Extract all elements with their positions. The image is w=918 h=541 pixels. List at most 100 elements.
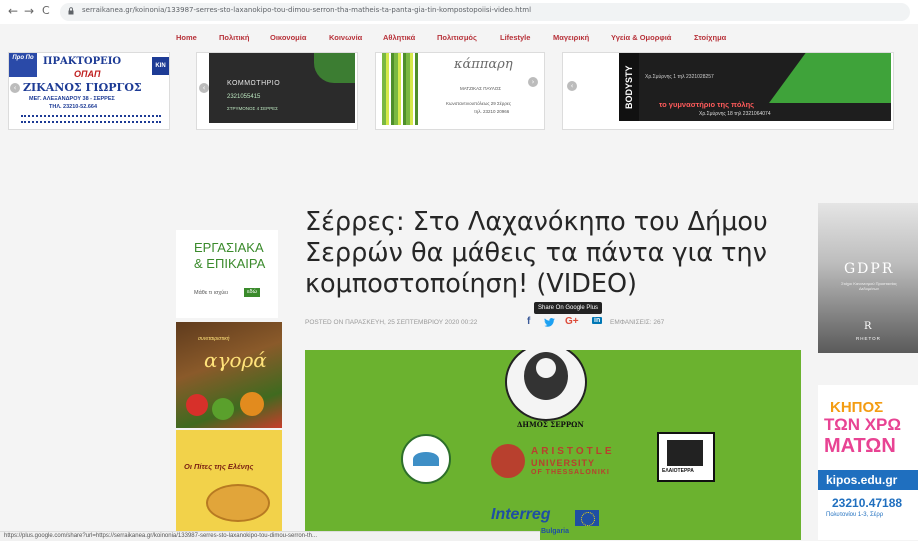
menu-item-society[interactable]: Κοινωνία — [329, 33, 362, 42]
kipos-line-3: ΜΑΤΩΝ — [824, 435, 896, 457]
produce-icon — [240, 392, 264, 416]
lock-icon — [68, 7, 74, 15]
ergasiaka-label-1: ΕΡΓΑΣΙΑΚΑ — [194, 240, 264, 255]
ad-kappari-phone: τηλ. 23210 20966 — [474, 109, 510, 114]
market-tag: συνεταιριστική — [198, 336, 230, 342]
ad-gym-slogan: το γυμναστήριο της πόλης — [659, 100, 755, 109]
url-text: serraikanea.gr/koinonia/133987-serres-st… — [82, 6, 532, 14]
ergasiaka-label-2: & ΕΠΙΚΑΙΡΑ — [194, 256, 266, 271]
linkedin-share-icon[interactable]: in — [592, 317, 603, 324]
interreg-sub: Bulgaria — [541, 528, 570, 535]
forward-button[interactable]: → — [24, 4, 34, 18]
menu-item-economy[interactable]: Οικονομία — [270, 33, 306, 42]
interreg-label: Interreg — [491, 506, 551, 523]
ad-kipos[interactable]: ΚΗΠΟΣ ΤΩΝ ΧΡΩ ΜΑΤΩΝ kipos.edu.gr 23210.4… — [818, 385, 918, 540]
menu-item-lifestyle[interactable]: Lifestyle — [500, 33, 530, 42]
back-button[interactable]: ← — [8, 4, 18, 18]
address-bar[interactable]: serraikanea.gr/koinonia/133987-serres-st… — [60, 3, 910, 21]
produce-icon — [186, 394, 208, 416]
carousel-prev-icon[interactable]: ‹ — [199, 83, 209, 93]
ad-opap-address: ΜΕΓ. ΑΛΕΞΑΝΔΡΟΥ 38 - ΣΕΡΡΕΣ — [29, 96, 115, 102]
carousel-next-icon[interactable]: › — [528, 77, 538, 87]
ad-opap-line1: ΠΡΑΚΤΟΡΕΙΟ — [43, 56, 122, 67]
water-icon — [413, 452, 439, 466]
pies-title: Οι Πίτες της Ελένης — [184, 462, 254, 471]
menu-item-sports[interactable]: Αθλητικά — [383, 33, 415, 42]
ad-opap-line2: ΟΠΑΠ — [74, 69, 101, 79]
pie-icon — [206, 484, 270, 522]
menu-item-cooking[interactable]: Μαγειρική — [553, 33, 589, 42]
gdpr-title: GDPR — [844, 261, 895, 277]
article-views: ΕΜΦΑΝΙΣΕΙΣ: 267 — [610, 319, 665, 326]
dimos-serron-logo — [505, 350, 587, 421]
eu-stars — [581, 512, 595, 526]
publisher-logo-icon: R — [864, 321, 872, 332]
menu-item-culture[interactable]: Πολιτισμός — [437, 33, 477, 42]
auth-line-2: UNIVERSITY — [531, 458, 596, 468]
ad-opap-border — [21, 115, 161, 123]
kipos-phone: 23210.47188 — [832, 496, 903, 510]
ad-kappari-address: Κωνσταντινουπόλεως 29 Σέρρες — [446, 101, 512, 106]
ad-hair-salon-address: ΣΤΡΥΜΟΝΟΣ 4 ΣΕΡΡΕΣ — [227, 106, 278, 111]
ad-pies[interactable]: Οι Πίτες της Ελένης — [176, 430, 282, 531]
ad-hair-salon-title: ΚΟΜΜΩΤΗΡΙΟ — [227, 80, 281, 87]
ad-hair-salon-phone: 2321055415 — [227, 94, 261, 100]
ad-kappari-brand: κάππαρη — [454, 57, 513, 72]
ergasiaka-click-button[interactable]: εδώ — [244, 288, 260, 297]
ad-kappari[interactable]: κάππαρη ΜΑΤΖΙΚΑΣ ΠΑΥΛΟΣ Κωνσταντινουπόλε… — [375, 52, 545, 130]
ad-hair-salon-bg: ΚΟΜΜΩΤΗΡΙΟ 2321055415 ΣΤΡΥΜΟΝΟΣ 4 ΣΕΡΡΕΣ — [209, 53, 355, 123]
kipos-site-band: kipos.edu.gr — [818, 470, 918, 490]
ad-hair-salon[interactable]: ‹ ΚΟΜΜΩΤΗΡΙΟ 2321055415 ΣΤΡΥΜΟΝΟΣ 4 ΣΕΡΡ… — [196, 52, 358, 130]
auth-seal-icon — [491, 444, 525, 478]
leaf-decoration — [314, 53, 355, 83]
dimos-serron-label: ΔΗΜΟΣ ΣΕΡΡΩΝ — [517, 420, 584, 429]
ad-opap-name: ΖΙΚΑΝΟΣ ΓΙΩΡΓΟΣ — [23, 81, 142, 94]
browser-toolbar: ← → C serraikanea.gr/koinonia/133987-ser… — [0, 0, 918, 25]
ad-kappari-stripes — [382, 53, 418, 125]
carousel-prev-icon[interactable]: ‹ — [567, 81, 577, 91]
gdpr-subtitle: Στόχοι Κανονισμού Προστασίας Δεδομένων — [841, 281, 897, 291]
kipos-line-2: ΤΩΝ ΧΡΩ — [824, 415, 902, 434]
publisher-name: RHETOR — [856, 336, 881, 341]
partner-right-label: ΕΛΑΙΟΤΕΡΡΑ — [662, 468, 694, 474]
main-menu: Home Πολιτική Οικονομία Κοινωνία Αθλητικ… — [0, 24, 918, 52]
menu-item-health-beauty[interactable]: Υγεία & Ομορφιά — [611, 33, 671, 42]
reload-button[interactable]: C — [42, 4, 50, 17]
menu-item-politics[interactable]: Πολιτική — [219, 33, 249, 42]
auth-line-1: ARISTOTLE — [531, 446, 615, 457]
ad-opap-side: KIN — [152, 57, 169, 75]
menu-item-home[interactable]: Home — [176, 33, 197, 42]
ad-opap-phone: ΤΗΛ. 23210-52.664 — [49, 104, 98, 110]
kipos-address: Πολυτονίου 1-3, Σέρρ — [826, 512, 884, 518]
ad-ergasiaka[interactable]: ΕΡΓΑΣΙΑΚΑ & ΕΠΙΚΑΙΡΑ Μάθε τι ισχύει εδώ — [176, 230, 278, 318]
ad-gym[interactable]: ‹ BODYSTY Χρ.Σμύρνης 1 τηλ 2321028257 το… — [562, 52, 894, 130]
ad-gym-vertical: BODYSTY — [619, 53, 639, 121]
gplus-share-icon[interactable]: G+ — [565, 316, 579, 327]
video-player[interactable]: ΔΗΜΟΣ ΣΕΡΡΩΝ ARISTOTLE UNIVERSITY OF THE… — [305, 350, 801, 540]
partner-logo-right: ΕΛΑΙΟΤΕΡΡΑ — [657, 432, 715, 482]
facebook-share-icon[interactable]: f — [527, 316, 530, 327]
partner-logo-left — [401, 434, 451, 484]
building-icon — [667, 440, 703, 466]
article-meta: POSTED ON ΠΑΡΑΣΚΕΥΗ, 25 ΣΕΠΤΕΜΒΡΙΟΥ 2020… — [305, 319, 478, 326]
ad-gym-bg: BODYSTY Χρ.Σμύρνης 1 τηλ 2321028257 το γ… — [619, 53, 891, 121]
ad-gym-green-shape — [769, 53, 891, 103]
produce-icon — [212, 398, 234, 420]
eu-flag-icon — [575, 510, 599, 526]
twitter-share-icon[interactable] — [544, 318, 555, 327]
article-title: Σέρρες: Στο Λαχανόκηπο του Δήμου Σερρών … — [305, 207, 768, 299]
ad-market[interactable]: συνεταιριστική αγορά — [176, 322, 282, 428]
carousel-prev-icon[interactable]: ‹ — [10, 83, 20, 93]
ad-kappari-name: ΜΑΤΖΙΚΑΣ ΠΑΥΛΟΣ — [460, 86, 501, 91]
ad-gdpr-book[interactable]: GDPR Στόχοι Κανονισμού Προστασίας Δεδομέ… — [818, 203, 918, 353]
propo-badge: Προ Πο — [9, 53, 37, 77]
kipos-line-1: ΚΗΠΟΣ — [830, 399, 884, 416]
market-title: αγορά — [204, 348, 267, 372]
kipos-site: kipos.edu.gr — [826, 473, 898, 487]
share-tooltip: Share On Google Plus — [534, 302, 603, 314]
ad-opap[interactable]: Προ Πο ΠΡΑΚΤΟΡΕΙΟ ΟΠΑΠ ΖΙΚΑΝΟΣ ΓΙΩΡΓΟΣ Μ… — [8, 52, 170, 130]
menu-item-betting[interactable]: Στοίχημα — [694, 33, 726, 42]
ad-gym-address: Χρ.Σμύρνης 18 τηλ 2321064074 — [699, 111, 771, 117]
auth-line-3: OF THESSALONIKI — [531, 469, 610, 476]
ergasiaka-learn: Μάθε τι ισχύει — [194, 290, 228, 296]
